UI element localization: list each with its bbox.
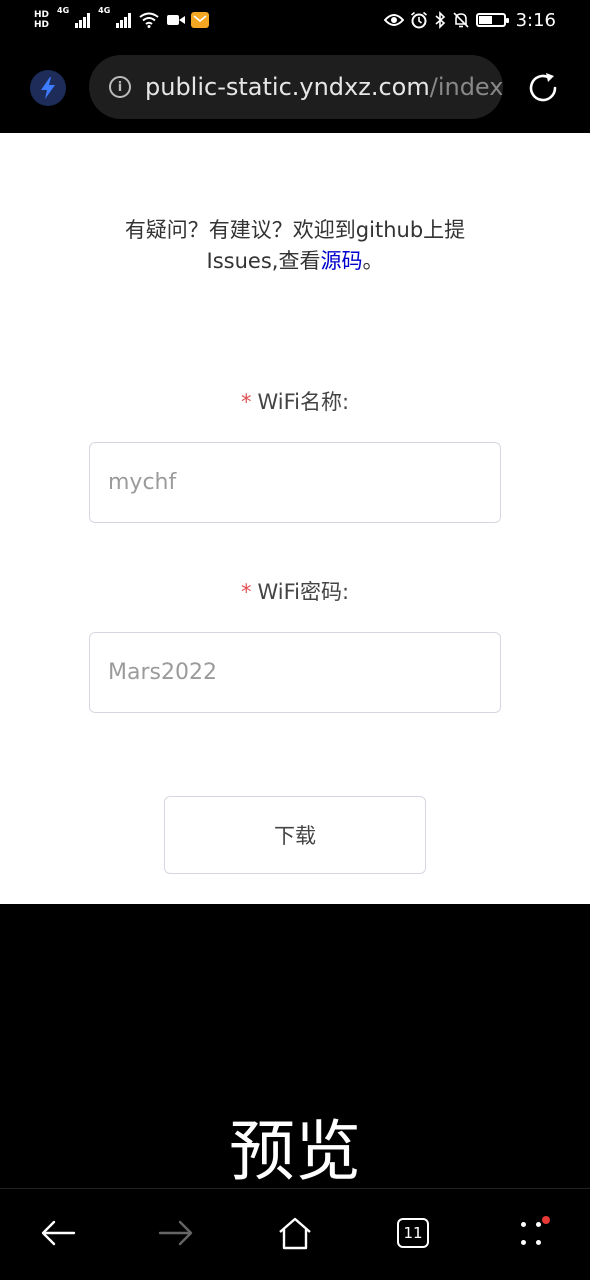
signal-icon-2 (116, 12, 132, 28)
status-bar: HD HD 4G 4G 3:16 (0, 0, 590, 40)
tabs-icon: 11 (397, 1218, 429, 1248)
menu-button[interactable] (510, 1213, 550, 1253)
forward-arrow-icon (158, 1220, 193, 1246)
alarm-icon (410, 11, 427, 29)
required-mark: * (240, 390, 252, 414)
hd-bottom-label: HD (34, 20, 50, 30)
wifi-password-label: * WiFi密码: (0, 576, 590, 606)
notification-dot (542, 1216, 550, 1224)
wifi-icon (139, 12, 159, 28)
mute-bell-icon (453, 12, 469, 28)
url-path: /index (429, 73, 503, 101)
wifi-password-label-text: WiFi密码: (257, 580, 350, 604)
browser-toolbar: i public-static.yndxz.com/index (0, 40, 590, 133)
status-left: HD HD 4G 4G (34, 6, 210, 34)
url-domain: public-static.yndxz.com (145, 73, 430, 101)
download-button[interactable]: 下载 (164, 796, 426, 874)
hd-top-label: HD (34, 10, 50, 20)
network-label-1: 4G (57, 6, 70, 15)
eye-icon (383, 14, 404, 26)
back-arrow-icon (41, 1220, 76, 1246)
notice-body: 有疑问？有建议？欢迎到github上提Issues,查看 (124, 218, 466, 273)
home-button[interactable] (275, 1213, 315, 1253)
back-button[interactable] (38, 1213, 78, 1253)
required-mark: * (240, 580, 252, 604)
wifi-password-input[interactable] (89, 632, 501, 713)
bluetooth-icon (435, 11, 445, 29)
url-text[interactable]: public-static.yndxz.com/index (145, 73, 503, 101)
wifi-name-label: * WiFi名称: (0, 386, 590, 416)
video-camera-icon (167, 15, 186, 25)
source-code-link[interactable]: 源码 (320, 249, 362, 273)
info-icon[interactable]: i (109, 76, 131, 98)
notice-end: 。 (362, 249, 384, 273)
home-icon (279, 1217, 311, 1250)
bottom-navigation: 11 (0, 1188, 590, 1280)
notice-text: 有疑问？有建议？欢迎到github上提Issues,查看源码。 (90, 215, 500, 277)
mail-notification-icon (191, 12, 210, 28)
status-right: 3:16 (383, 9, 556, 31)
network-label-2: 4G (98, 6, 111, 15)
battery-fill (478, 16, 492, 24)
tabs-button[interactable]: 11 (393, 1213, 433, 1253)
signal-icon (75, 12, 91, 28)
bolt-button[interactable] (30, 70, 66, 106)
bolt-icon (41, 77, 55, 99)
wifi-name-label-text: WiFi名称: (257, 390, 350, 414)
status-time: 3:16 (515, 9, 556, 31)
hd-badge: HD HD (34, 10, 49, 30)
wifi-name-input[interactable] (89, 442, 501, 523)
menu-dots-icon (515, 1216, 550, 1250)
battery-icon (475, 13, 509, 27)
forward-button[interactable] (156, 1213, 196, 1253)
address-bar[interactable]: i public-static.yndxz.com/index (89, 55, 503, 119)
reload-icon[interactable] (526, 71, 560, 105)
web-page: 有疑问？有建议？欢迎到github上提Issues,查看源码。 * WiFi名称:… (0, 133, 590, 904)
preview-caption: 预览 (229, 1113, 361, 1190)
